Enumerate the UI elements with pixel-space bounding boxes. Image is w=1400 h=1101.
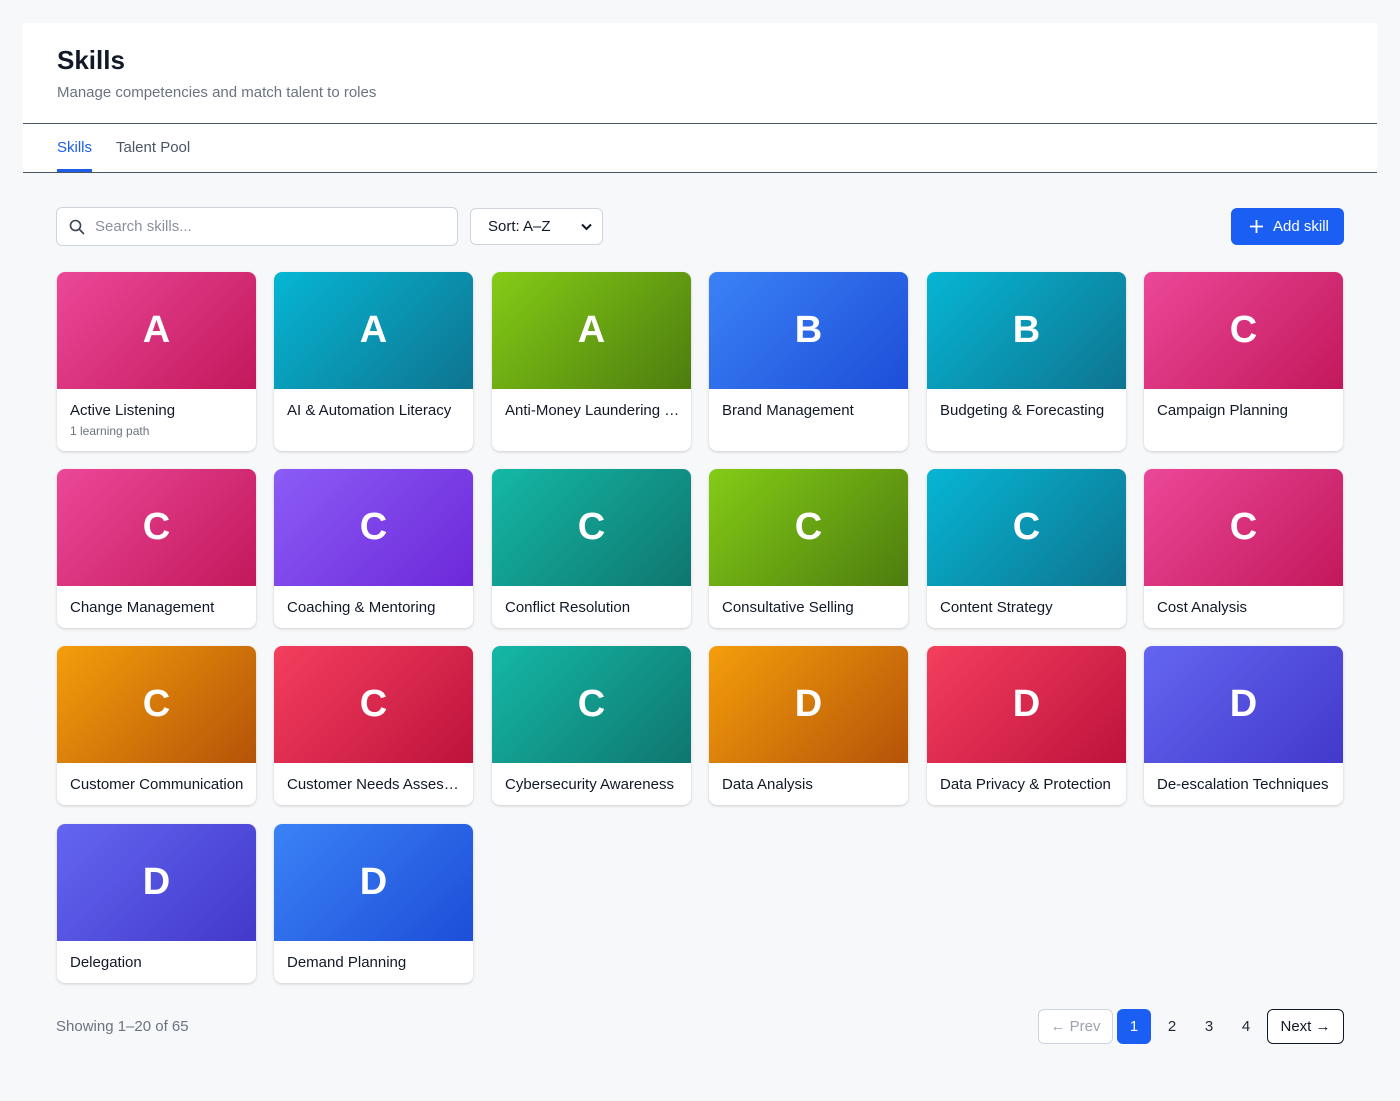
page-subtitle: Manage competencies and match talent to … bbox=[57, 84, 377, 101]
search-input[interactable] bbox=[95, 208, 445, 245]
skill-name: Cost Analysis bbox=[1157, 599, 1248, 616]
skill-initial-banner: B bbox=[709, 272, 908, 389]
tab-skills[interactable]: Skills bbox=[57, 139, 92, 156]
skill-name: Demand Planning bbox=[287, 954, 407, 971]
skill-initial-banner: C bbox=[709, 469, 908, 586]
skill-card[interactable]: C Consultative Selling bbox=[709, 469, 908, 628]
skill-name: Data Analysis bbox=[722, 776, 813, 793]
add-skill-label: Add skill bbox=[1273, 218, 1329, 235]
skill-initial-banner: A bbox=[57, 272, 256, 389]
skill-card[interactable]: D Delegation bbox=[57, 824, 256, 983]
header-divider bbox=[23, 123, 1377, 124]
page-button-1[interactable]: 1 bbox=[1117, 1009, 1151, 1044]
sort-select-value: Sort: A–Z bbox=[488, 218, 551, 235]
skill-initial-banner: D bbox=[274, 824, 473, 941]
skill-card[interactable]: A Active Listening 1 learning path bbox=[57, 272, 256, 451]
skill-card[interactable]: C Conflict Resolution bbox=[492, 469, 691, 628]
skill-name: Anti-Money Laundering (AML) bbox=[505, 402, 683, 419]
skill-initial-banner: C bbox=[1144, 469, 1343, 586]
search-icon bbox=[69, 219, 85, 235]
page-header: Skills Manage competencies and match tal… bbox=[23, 23, 1377, 173]
skill-name: Active Listening bbox=[70, 402, 176, 419]
skill-initial-banner: C bbox=[927, 469, 1126, 586]
skill-initial-banner: C bbox=[57, 646, 256, 763]
skill-card[interactable]: B Brand Management bbox=[709, 272, 908, 451]
skill-card[interactable]: C Change Management bbox=[57, 469, 256, 628]
skill-initial-banner: A bbox=[274, 272, 473, 389]
skill-name: Data Privacy & Protection bbox=[940, 776, 1111, 793]
plus-icon bbox=[1250, 220, 1263, 233]
page-button-4[interactable]: 4 bbox=[1229, 1009, 1263, 1044]
skill-initial-banner: C bbox=[492, 646, 691, 763]
skill-card[interactable]: C Customer Needs Assessment bbox=[274, 646, 473, 805]
skill-card[interactable]: B Budgeting & Forecasting bbox=[927, 272, 1126, 451]
skill-name: Conflict Resolution bbox=[505, 599, 631, 616]
skill-initial-banner: C bbox=[274, 646, 473, 763]
skill-initial-banner: D bbox=[57, 824, 256, 941]
skill-name: Content Strategy bbox=[940, 599, 1053, 616]
skill-initial-banner: C bbox=[274, 469, 473, 586]
skill-name: Delegation bbox=[70, 954, 142, 971]
skill-name: Consultative Selling bbox=[722, 599, 854, 616]
skill-card[interactable]: C Coaching & Mentoring bbox=[274, 469, 473, 628]
page-title: Skills bbox=[57, 45, 125, 75]
skill-card[interactable]: D Data Analysis bbox=[709, 646, 908, 805]
skill-name: De-escalation Techniques bbox=[1157, 776, 1329, 793]
skill-name: Budgeting & Forecasting bbox=[940, 402, 1105, 419]
skill-name: Customer Needs Assessment bbox=[287, 776, 465, 793]
skill-card[interactable]: C Cost Analysis bbox=[1144, 469, 1343, 628]
skill-card[interactable]: C Content Strategy bbox=[927, 469, 1126, 628]
skill-name: Campaign Planning bbox=[1157, 402, 1288, 419]
skill-card[interactable]: A Anti-Money Laundering (AML) bbox=[492, 272, 691, 451]
skill-name: AI & Automation Literacy bbox=[287, 402, 452, 419]
results-count: Showing 1–20 of 65 bbox=[56, 1018, 189, 1035]
chevron-down-icon bbox=[581, 223, 592, 231]
skill-learning-path-count: 1 learning path bbox=[70, 424, 150, 438]
skill-card[interactable]: C Customer Communication bbox=[57, 646, 256, 805]
skill-initial-banner: C bbox=[1144, 272, 1343, 389]
add-skill-button[interactable]: Add skill bbox=[1231, 208, 1344, 245]
skill-initial-banner: C bbox=[57, 469, 256, 586]
skill-initial-banner: D bbox=[1144, 646, 1343, 763]
skill-initial-banner: A bbox=[492, 272, 691, 389]
page-button-3[interactable]: 3 bbox=[1192, 1009, 1226, 1044]
skill-card[interactable]: C Cybersecurity Awareness bbox=[492, 646, 691, 805]
search-field[interactable] bbox=[56, 207, 458, 246]
tab-talent-pool[interactable]: Talent Pool bbox=[116, 139, 190, 156]
tabs-divider bbox=[23, 172, 1377, 173]
prev-page-button[interactable]: ← Prev bbox=[1038, 1009, 1113, 1044]
skill-card[interactable]: D Demand Planning bbox=[274, 824, 473, 983]
skill-initial-banner: D bbox=[709, 646, 908, 763]
skill-name: Cybersecurity Awareness bbox=[505, 776, 674, 793]
skill-initial-banner: C bbox=[492, 469, 691, 586]
sort-select[interactable]: Sort: A–Z bbox=[470, 208, 603, 245]
skill-initial-banner: D bbox=[927, 646, 1126, 763]
page-button-2[interactable]: 2 bbox=[1155, 1009, 1189, 1044]
skill-card[interactable]: C Campaign Planning bbox=[1144, 272, 1343, 451]
next-page-button[interactable]: Next → bbox=[1267, 1009, 1344, 1044]
skill-initial-banner: B bbox=[927, 272, 1126, 389]
skill-name: Change Management bbox=[70, 599, 215, 616]
skill-name: Brand Management bbox=[722, 402, 854, 419]
skill-name: Customer Communication bbox=[70, 776, 244, 793]
skill-card[interactable]: D De-escalation Techniques bbox=[1144, 646, 1343, 805]
skill-card[interactable]: D Data Privacy & Protection bbox=[927, 646, 1126, 805]
skill-name: Coaching & Mentoring bbox=[287, 599, 436, 616]
skill-card[interactable]: A AI & Automation Literacy bbox=[274, 272, 473, 451]
